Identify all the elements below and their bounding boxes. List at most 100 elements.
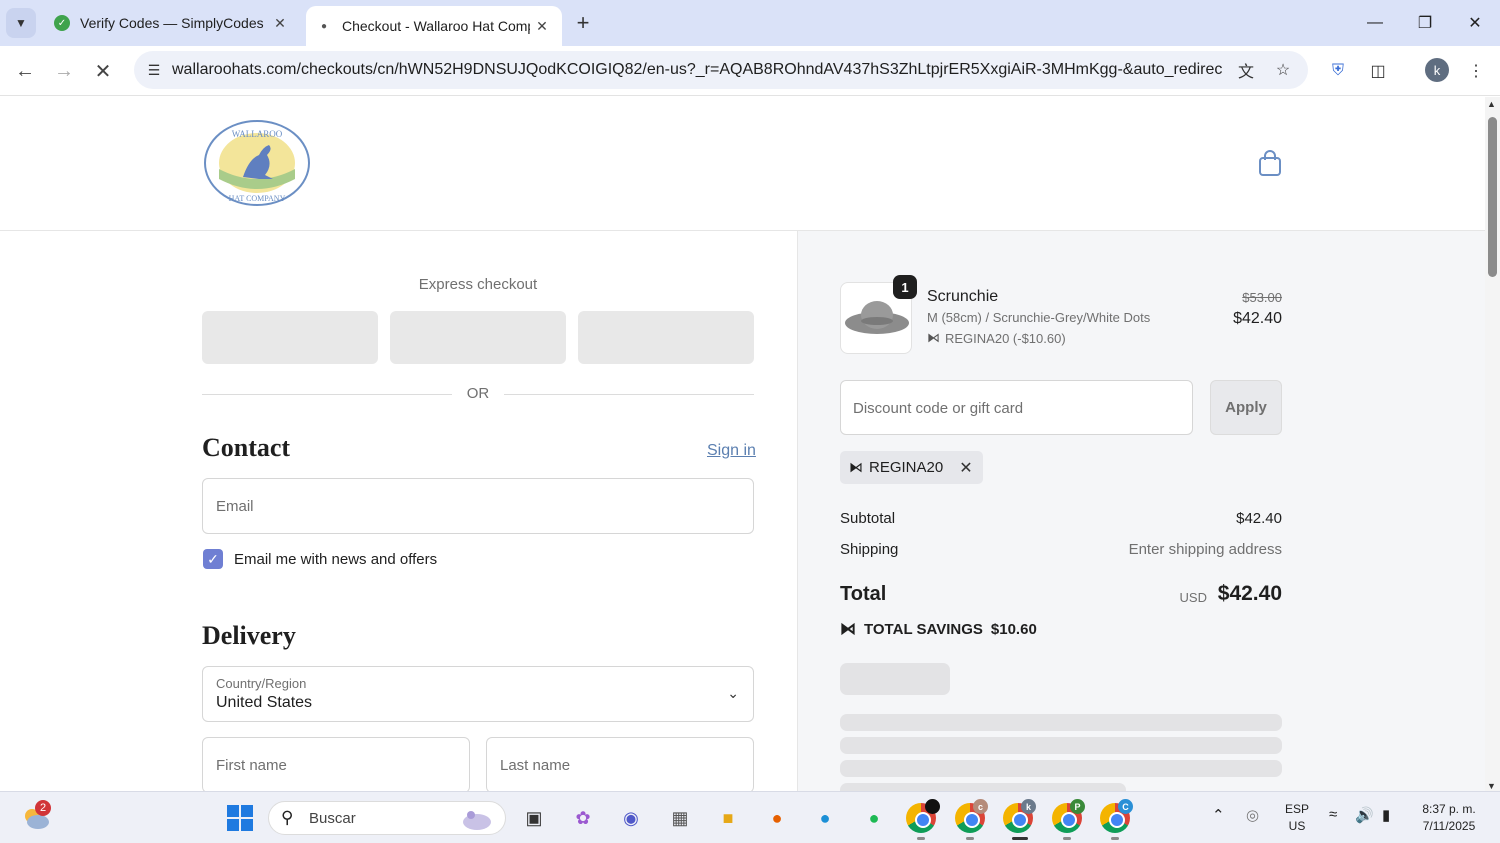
tab-search-button[interactable]: ▼ [6, 8, 36, 38]
windows-start-icon[interactable] [224, 802, 256, 834]
total-savings: ⧑ TOTAL SAVINGS $10.60 [840, 619, 1037, 639]
scroll-down-icon[interactable]: ▼ [1487, 781, 1496, 791]
express-pay-button-3[interactable] [578, 311, 754, 364]
chevron-down-icon: ⌄ [727, 685, 739, 701]
product-variant: M (58cm) / Scrunchie-Grey/White Dots [927, 310, 1151, 325]
first-name-placeholder: First name [216, 757, 287, 774]
stop-loading-button[interactable]: ✕ [87, 55, 119, 87]
volume-icon[interactable]: 🔊 [1355, 806, 1374, 824]
tab-title: Verify Codes — SimplyCodes [80, 15, 264, 31]
tab-simplycodes[interactable]: ✓ Verify Codes — SimplyCodes ✕ [44, 0, 300, 46]
apply-button[interactable]: Apply [1210, 380, 1282, 435]
country-select[interactable]: Country/Region United States ⌄ [202, 666, 754, 722]
profile-avatar[interactable]: k [1425, 58, 1449, 82]
express-pay-button-2[interactable] [390, 311, 566, 364]
news-opt-in-label: Email me with news and offers [234, 550, 438, 568]
news-opt-in[interactable]: ✓ Email me with news and offers [203, 549, 437, 569]
show-hidden-icons-chevron-icon[interactable]: ⌃ [1212, 806, 1225, 824]
battery-icon[interactable]: ▮ [1382, 806, 1390, 824]
browser-toolbar: ← → ✕ ☰ wallaroohats.com/checkouts/cn/hW… [0, 46, 1500, 96]
simplycodes-favicon-icon: ✓ [54, 15, 70, 31]
teams-icon[interactable]: ◉ [615, 802, 647, 834]
extensions-puzzle-icon[interactable]: ◫ [1364, 57, 1392, 85]
delivery-heading: Delivery [202, 621, 296, 650]
restore-button[interactable]: ❐ [1400, 0, 1450, 46]
total-label: Total [840, 583, 887, 605]
edge-icon[interactable]: ● [809, 802, 841, 834]
email-placeholder: Email [216, 498, 254, 515]
address-bar[interactable]: ☰ wallaroohats.com/checkouts/cn/hWN52H9D… [134, 51, 1308, 89]
network-activity-icon[interactable]: ◎ [1246, 806, 1259, 824]
divider [202, 394, 452, 395]
tag-icon: ⧑ [849, 459, 863, 475]
wallaroo-logo-icon[interactable]: WALLAROO HAT COMPANY [203, 119, 311, 207]
new-tab-button[interactable]: + [568, 8, 598, 38]
clock-time: 8:37 p. m. [1422, 802, 1476, 816]
weather-badge: 2 [35, 800, 51, 816]
loading-skeleton [840, 714, 1282, 731]
applied-code: REGINA20 [869, 459, 944, 476]
file-explorer-icon[interactable]: ■ [712, 802, 744, 834]
lang-line2: US [1288, 819, 1306, 833]
page-scrollbar[interactable]: ▲ ▼ [1485, 97, 1500, 791]
site-settings-icon[interactable]: ☰ [142, 58, 166, 82]
tag-icon: ⧑ [840, 621, 856, 638]
shipping-value: Enter shipping address [1128, 541, 1282, 558]
forward-button[interactable]: → [48, 55, 80, 87]
tab-title: Checkout - Wallaroo Hat Comp [342, 18, 530, 34]
last-name-field[interactable]: Last name [486, 737, 754, 791]
task-view-icon[interactable]: ▣ [518, 802, 550, 834]
search-placeholder: Buscar [309, 810, 356, 827]
close-window-button[interactable]: ✕ [1450, 0, 1500, 46]
back-button[interactable]: ← [9, 55, 41, 87]
calculator-icon[interactable]: ▦ [664, 802, 696, 834]
taskbar-search[interactable]: ⚲ Buscar [268, 801, 506, 835]
discount-placeholder: Discount code or gift card [853, 400, 1024, 417]
copilot-icon[interactable]: ✿ [567, 802, 599, 834]
clock[interactable]: 8:37 p. m. 7/11/2025 [1408, 801, 1490, 835]
url-text[interactable]: wallaroohats.com/checkouts/cn/hWN52H9DNS… [172, 61, 1222, 79]
running-indicator [1063, 837, 1071, 840]
tag-icon: ⧑ [927, 330, 940, 345]
close-icon[interactable]: ✕ [530, 14, 554, 38]
country-label: Country/Region [216, 676, 307, 691]
remove-code-icon[interactable]: ✕ [959, 458, 972, 478]
loading-skeleton [840, 663, 950, 695]
first-name-field[interactable]: First name [202, 737, 470, 791]
scroll-up-icon[interactable]: ▲ [1487, 99, 1496, 109]
input-language[interactable]: ESP US [1280, 801, 1314, 835]
email-field[interactable]: Email [202, 478, 754, 534]
discount-code-input[interactable]: Discount code or gift card [840, 380, 1193, 435]
site-header: WALLAROO HAT COMPANY [0, 97, 1485, 231]
bitwarden-extension-icon[interactable]: ⛨ [1324, 57, 1352, 85]
kebab-menu-icon[interactable]: ⋮ [1462, 57, 1490, 85]
chevron-down-icon: ▼ [15, 16, 27, 30]
bookmark-star-icon[interactable]: ☆ [1271, 58, 1295, 82]
tab-checkout[interactable]: ● Checkout - Wallaroo Hat Comp ✕ [306, 6, 562, 46]
close-icon[interactable]: ✕ [268, 11, 292, 35]
express-pay-button-1[interactable] [202, 311, 378, 364]
chrome-profile-badge: c [973, 799, 988, 814]
shipping-label: Shipping [840, 541, 899, 558]
or-divider-label: OR [466, 385, 490, 402]
shopping-bag-icon[interactable] [1256, 149, 1284, 177]
last-name-placeholder: Last name [500, 757, 571, 774]
sign-in-link[interactable]: Sign in [707, 442, 756, 460]
chrome-profile-badge: C [1118, 799, 1133, 814]
chrome-profile-badge: P [1070, 799, 1085, 814]
search-highlight-icon [463, 811, 491, 830]
loading-skeleton [840, 760, 1282, 777]
product-discount: ⧑ REGINA20 (-$10.60) [927, 330, 1066, 346]
firefox-icon[interactable]: ● [761, 802, 793, 834]
translate-icon[interactable]: 文 [1234, 58, 1258, 82]
wifi-icon[interactable]: ≈ [1329, 806, 1337, 823]
applied-code-chip: ⧑ REGINA20 ✕ [840, 451, 983, 484]
search-icon: ⚲ [281, 808, 294, 827]
spotify-icon[interactable]: ● [858, 802, 890, 834]
scroll-thumb[interactable] [1488, 117, 1497, 277]
quantity-badge: 1 [893, 275, 917, 299]
minimize-button[interactable]: — [1350, 0, 1400, 46]
original-price: $53.00 [1242, 290, 1282, 305]
checkbox-checked-icon[interactable]: ✓ [203, 549, 223, 569]
total-currency: USD [1179, 590, 1207, 605]
